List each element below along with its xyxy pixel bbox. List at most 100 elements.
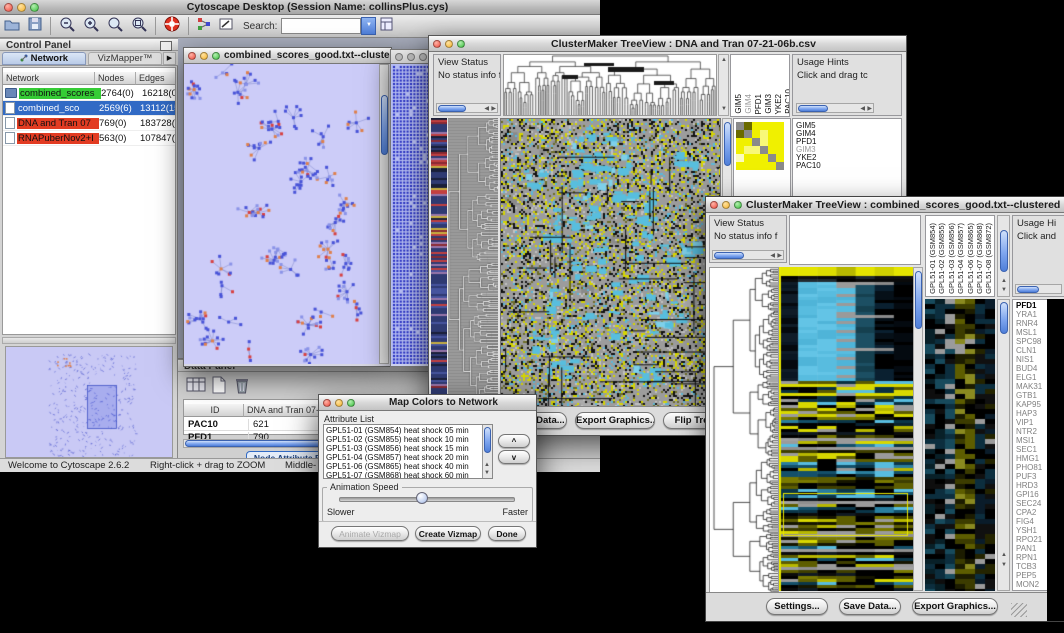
export-graphics-button[interactable]: Export Graphics... <box>912 598 998 615</box>
network-list-row[interactable]: combined_sco2569(6)13112(15) <box>3 101 175 116</box>
zoom-window-icon[interactable] <box>30 3 39 12</box>
scrollbar-thumb[interactable] <box>915 271 922 329</box>
tv1-column-label[interactable]: GIM4 <box>744 94 753 114</box>
treeview1-title-bar[interactable]: ClusterMaker TreeView : DNA and Tran 07-… <box>429 36 906 52</box>
tv2-column-label[interactable]: GPL51-03 (GSM856) <box>947 223 956 294</box>
col-header-network[interactable]: Network <box>3 72 95 85</box>
speed-slider-thumb[interactable] <box>416 492 428 504</box>
resize-grip[interactable] <box>1011 603 1027 617</box>
network-vscrollbar[interactable] <box>379 64 389 364</box>
attribute-list-item[interactable]: GPL51-02 (GSM855) heat shock 10 min <box>324 435 481 444</box>
scrollbar-thumb[interactable] <box>484 427 491 453</box>
tv2-column-label[interactable]: GPL51-02 (GSM855) <box>937 223 946 294</box>
settings-button[interactable]: Settings... <box>766 598 828 615</box>
close-icon[interactable] <box>188 52 196 60</box>
gene-label[interactable]: KAP95 <box>1014 400 1042 409</box>
gene-label[interactable]: BUD4 <box>1014 364 1042 373</box>
scrollbar-thumb[interactable] <box>1000 230 1008 272</box>
tv2-column-label[interactable]: GPL51-07 (GSM868) <box>975 223 984 294</box>
gene-label[interactable]: RNR4 <box>1014 319 1042 328</box>
gene-label[interactable]: PEP5 <box>1014 571 1042 580</box>
animate-vizmap-button[interactable]: Animate Vizmap <box>331 526 409 541</box>
gene-label[interactable]: MON2 <box>1014 580 1042 589</box>
gene-label[interactable]: HAP3 <box>1014 409 1042 418</box>
network-list-row[interactable]: DNA and Tran 07769(0)183728(0) <box>3 116 175 131</box>
view-status-hscrollbar[interactable]: ◀ ▶ <box>436 103 498 113</box>
tv1-label-vscrollbar[interactable]: ▲ ▼ <box>718 54 729 116</box>
usage-hints-hscrollbar[interactable]: ◀ ▶ <box>796 103 874 113</box>
scroll-right-icon[interactable]: ▶ <box>491 106 496 113</box>
tv2-row-dendrogram[interactable] <box>709 267 779 593</box>
scrollbar-thumb[interactable] <box>381 95 388 155</box>
gene-label[interactable]: YSH1 <box>1014 526 1042 535</box>
tab-vizmapper[interactable]: VizMapper™ <box>88 52 162 65</box>
zoom-window-icon[interactable] <box>347 399 355 407</box>
save-data-button[interactable]: Save Data... <box>839 598 901 615</box>
zoom-window-icon[interactable] <box>212 52 220 60</box>
scrollbar-thumb[interactable] <box>1017 286 1039 293</box>
tv1-column-dendrogram[interactable] <box>503 54 717 116</box>
col-header-id[interactable]: ID <box>184 404 244 417</box>
scroll-down-icon[interactable]: ▼ <box>721 106 727 113</box>
close-icon[interactable] <box>433 40 441 48</box>
gene-label[interactable]: HMG1 <box>1014 454 1042 463</box>
scroll-left-icon[interactable]: ◀ <box>484 106 489 113</box>
gene-label[interactable]: SPC98 <box>1014 337 1042 346</box>
table-mode-icon[interactable] <box>186 376 206 399</box>
gene-label[interactable]: SEC24 <box>1014 499 1042 508</box>
gene-label[interactable]: FIG4 <box>1014 517 1042 526</box>
search-input[interactable] <box>281 18 361 34</box>
help-lifering-icon[interactable] <box>163 15 181 38</box>
scroll-up-icon[interactable]: ▲ <box>1001 278 1007 285</box>
tv1-column-label[interactable]: GIM3 <box>764 94 773 114</box>
close-icon[interactable] <box>4 3 13 12</box>
search-options-icon[interactable] <box>379 16 395 37</box>
tv1-heatmap[interactable] <box>500 118 721 407</box>
tv2-zoom-vscrollbar[interactable]: ▲ ▼ <box>997 299 1010 591</box>
minimize-icon[interactable] <box>17 3 26 12</box>
tab-network[interactable]: Network <box>2 52 86 65</box>
tv1-column-label[interactable]: PFD1 <box>754 94 763 114</box>
network-list-row[interactable]: RNAPuberNov2+I563(0)107847(0) <box>3 131 175 146</box>
gene-label[interactable]: CLN1 <box>1014 346 1042 355</box>
minimize-icon[interactable] <box>722 201 730 209</box>
network-overview[interactable] <box>5 346 173 458</box>
gene-label[interactable]: PFD1 <box>1014 301 1042 310</box>
close-icon[interactable] <box>323 399 331 407</box>
zoom-window-icon[interactable] <box>419 53 427 61</box>
attribute-list-item[interactable]: GPL51-06 (GSM865) heat shock 40 min <box>324 462 481 471</box>
scroll-up-icon[interactable]: ▲ <box>721 57 727 64</box>
overview-divider[interactable] <box>2 337 176 344</box>
attribute-list-item[interactable]: GPL51-03 (GSM856) heat shock 15 min <box>324 444 481 453</box>
move-down-button[interactable]: v <box>498 450 530 464</box>
scrollbar-thumb[interactable] <box>1000 302 1008 334</box>
scroll-down-icon[interactable]: ▼ <box>1001 562 1007 569</box>
scroll-up-icon[interactable]: ▲ <box>1001 552 1007 559</box>
tv2-heatmap-vscrollbar[interactable] <box>913 267 923 591</box>
scroll-right-icon[interactable]: ▶ <box>777 253 782 260</box>
search-combo[interactable]: ▼ <box>281 17 376 35</box>
new-attribute-icon[interactable] <box>211 376 227 399</box>
scroll-left-icon[interactable]: ◀ <box>860 106 865 113</box>
gene-label[interactable]: PUF3 <box>1014 472 1042 481</box>
gene-label[interactable]: MAK31 <box>1014 382 1042 391</box>
zoom-fit-icon[interactable] <box>130 15 148 38</box>
export-graphics-button[interactable]: Export Graphics... <box>575 412 655 429</box>
tv2-labels-vscrollbar[interactable]: ▲ ▼ <box>997 215 1010 297</box>
main-title-bar[interactable]: Cytoscape Desktop (Session Name: collins… <box>0 0 600 15</box>
minimize-icon[interactable] <box>407 53 415 61</box>
tv2-zoom-heatmap[interactable] <box>925 299 995 591</box>
zoom-in-icon[interactable] <box>82 15 100 38</box>
network-canvas[interactable] <box>184 64 379 364</box>
gene-label[interactable]: NTR2 <box>1014 427 1042 436</box>
scroll-left-icon[interactable]: ◀ <box>770 253 775 260</box>
scroll-right-icon[interactable]: ▶ <box>867 106 872 113</box>
tv1-column-label[interactable]: PAC10 <box>784 89 790 114</box>
col-header-nodes[interactable]: Nodes <box>95 72 136 85</box>
tv2-column-label[interactable]: GPL51-01 (GSM854) <box>928 223 937 294</box>
treeview2-title-bar[interactable]: ClusterMaker TreeView : combined_scores_… <box>706 197 1064 213</box>
zoom-selected-icon[interactable] <box>106 15 124 38</box>
gene-label[interactable]: VIP1 <box>1014 418 1042 427</box>
tab-overflow-button[interactable]: ▶ <box>163 52 176 65</box>
done-button[interactable]: Done <box>488 526 526 541</box>
